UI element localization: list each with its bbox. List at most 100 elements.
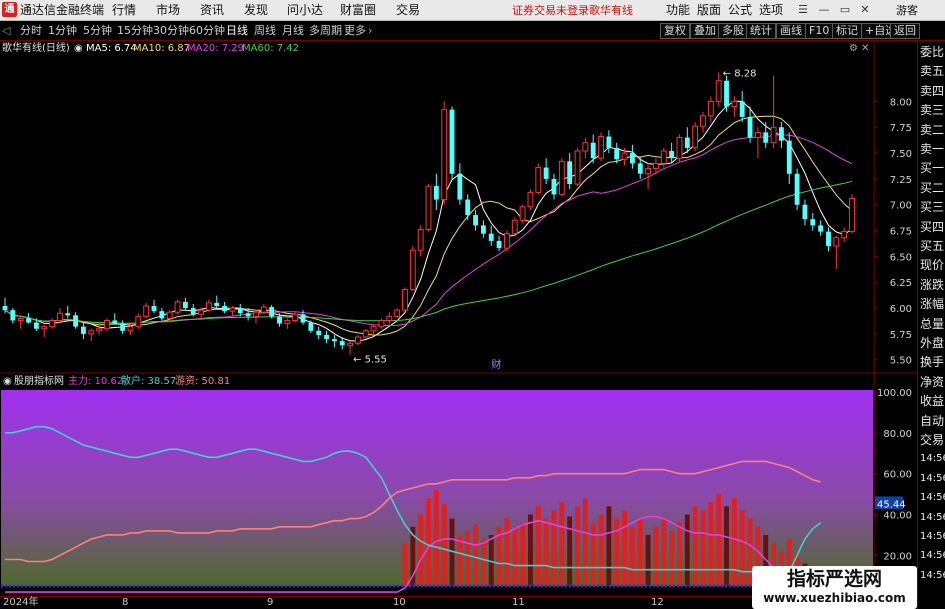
y-tick-label: 5.75 [890,330,912,341]
indicator-title: 股朋指标网 [14,376,64,387]
sidebar-item[interactable]: 总量 [920,317,944,331]
candle [519,204,526,224]
candle [558,158,565,197]
sidebar-item[interactable]: 买二 [920,181,944,195]
x-label-dec: 12 [651,597,664,608]
legend-ma10: MA10: 6.87 [133,43,191,54]
candle [794,168,800,210]
sidebar-item[interactable]: 收益 [920,394,944,408]
legend-toggle-icon[interactable]: ◉ [74,43,83,55]
sidebar-item[interactable]: 自动 [920,414,944,428]
sidebar-item[interactable]: 换手 [920,355,944,369]
candle [590,134,596,164]
sidebar-item[interactable]: 14:56 [920,569,945,583]
y-tick-label: 6.25 [890,278,912,289]
x-label-year: 2024年 [3,597,39,608]
sub-y-tick-label: 60.00 [883,470,912,481]
candle [818,220,824,236]
indicator-bar [637,518,643,586]
indicator-bar [684,514,690,586]
candle [49,318,55,329]
candle [394,308,401,319]
quote-sidebar: 委比卖五卖四卖三卖二卖一买一买二买三买四买五现价涨跌涨幅总量外盘换手净资收益自动… [917,41,945,609]
sidebar-item[interactable]: 涨跌 [920,278,944,292]
indicator-bar [629,526,635,586]
sidebar-item[interactable]: 买五 [920,239,944,253]
candle [402,287,408,313]
sidebar-item[interactable]: 交易 [920,433,944,447]
candle [331,334,337,348]
indicator-bar [426,498,431,586]
gear-icon[interactable]: ⚙ [849,43,858,55]
sub-y-tick-label: 80.00 [883,429,912,440]
candle [582,137,589,159]
candle [41,324,48,337]
y-tick-label: 7.50 [890,149,912,160]
sidebar-item[interactable]: 买一 [920,161,944,175]
candle [417,225,424,257]
candle [503,230,510,252]
sidebar-item[interactable]: 净资 [920,375,944,389]
sidebar-item[interactable]: 涨幅 [920,297,944,311]
candle [112,313,118,325]
indicator-toggle-icon[interactable]: ◉ [3,376,12,388]
candle [465,194,471,221]
candle [143,302,150,319]
candle [324,330,329,344]
candle [660,147,667,168]
candle [56,308,63,324]
candle [370,324,377,335]
indicator-bar [520,522,526,586]
sidebar-item[interactable]: 卖二 [920,123,944,137]
indicator-bar [457,534,463,586]
sidebar-item[interactable]: 买四 [920,220,944,234]
legend-ma20: MA20: 7.29 [187,43,245,54]
candle [80,322,86,340]
candle [739,91,745,123]
candle [222,301,228,314]
indicator-bar [402,543,408,586]
candle [574,147,581,187]
candle [692,122,699,151]
candle [653,158,659,174]
indicator-bar [551,510,557,586]
candle [676,134,683,162]
finance-marker[interactable]: 财 [491,358,501,371]
candle [802,199,808,226]
sidebar-item[interactable]: 14:56 [920,511,945,525]
sidebar-item[interactable]: 14:56 [920,472,945,486]
indicator-bar [700,510,706,586]
sidebar-item[interactable]: 委比 [920,45,944,59]
indicator-bar [575,506,580,586]
x-label-nov: 11 [512,597,525,608]
candle [543,158,549,185]
kline-chart[interactable]: 5.50 5.75 6.00 6.25 6.50 6.75 7.00 7.25 7.50 7.75… [0,0,917,609]
indicator-bar [677,522,682,586]
sidebar-item[interactable]: 14:56 [920,452,945,466]
watermark-title: 指标严选网 [786,568,882,590]
candle [488,225,494,247]
sidebar-item[interactable]: 卖四 [920,84,944,98]
candle [386,312,393,325]
candle [810,213,816,231]
sidebar-item[interactable]: 现价 [920,258,944,272]
indicator-bar [614,518,620,586]
sidebar-item[interactable]: 14:56 [920,491,945,505]
candle [511,217,518,236]
candle [433,173,439,210]
y-tick-label: 6.50 [890,252,912,263]
candle [669,142,675,164]
sidebar-item[interactable]: 卖五 [920,64,944,78]
sidebar-item[interactable]: 外盘 [920,336,944,350]
sidebar-item[interactable]: 买三 [920,200,944,214]
candle [17,316,24,329]
sidebar-item[interactable]: 卖三 [920,103,944,117]
close-chart-icon[interactable]: ✕ [861,43,869,55]
sidebar-item[interactable]: 14:56 [920,549,945,563]
candle [441,101,448,205]
candle [284,318,291,329]
sidebar-item[interactable]: 卖一 [920,142,944,156]
sidebar-item[interactable]: 14:56 [920,530,945,544]
indicator-bar [504,518,510,586]
candle [182,297,188,311]
